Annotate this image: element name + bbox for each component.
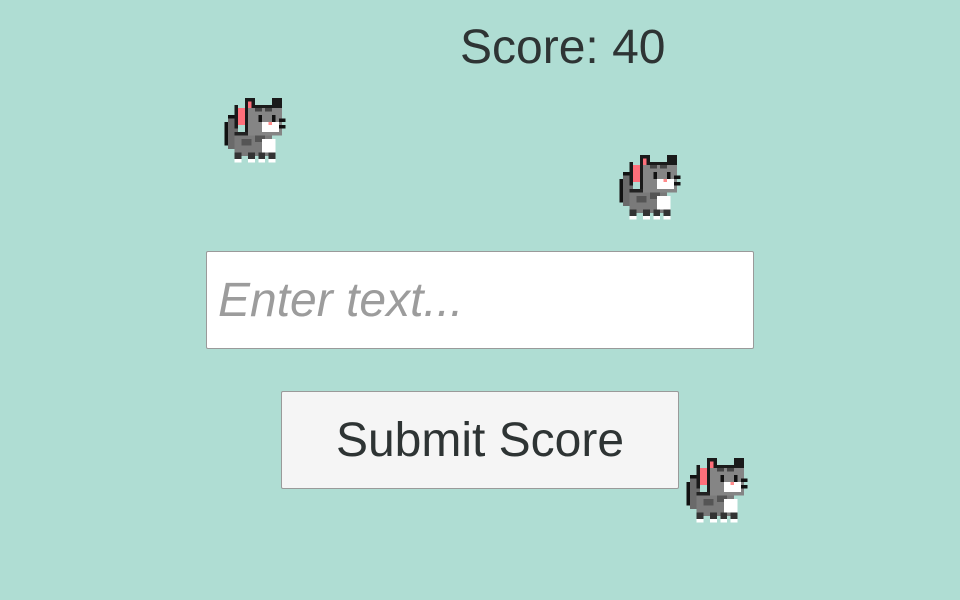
- pixel-cat-icon: [616, 155, 684, 223]
- submit-score-button[interactable]: Submit Score: [281, 391, 679, 489]
- pixel-cat-icon: [221, 98, 289, 166]
- pixel-cat-icon: [683, 458, 751, 526]
- score-display: Score: 40: [460, 21, 666, 74]
- score-name-input[interactable]: [206, 251, 754, 349]
